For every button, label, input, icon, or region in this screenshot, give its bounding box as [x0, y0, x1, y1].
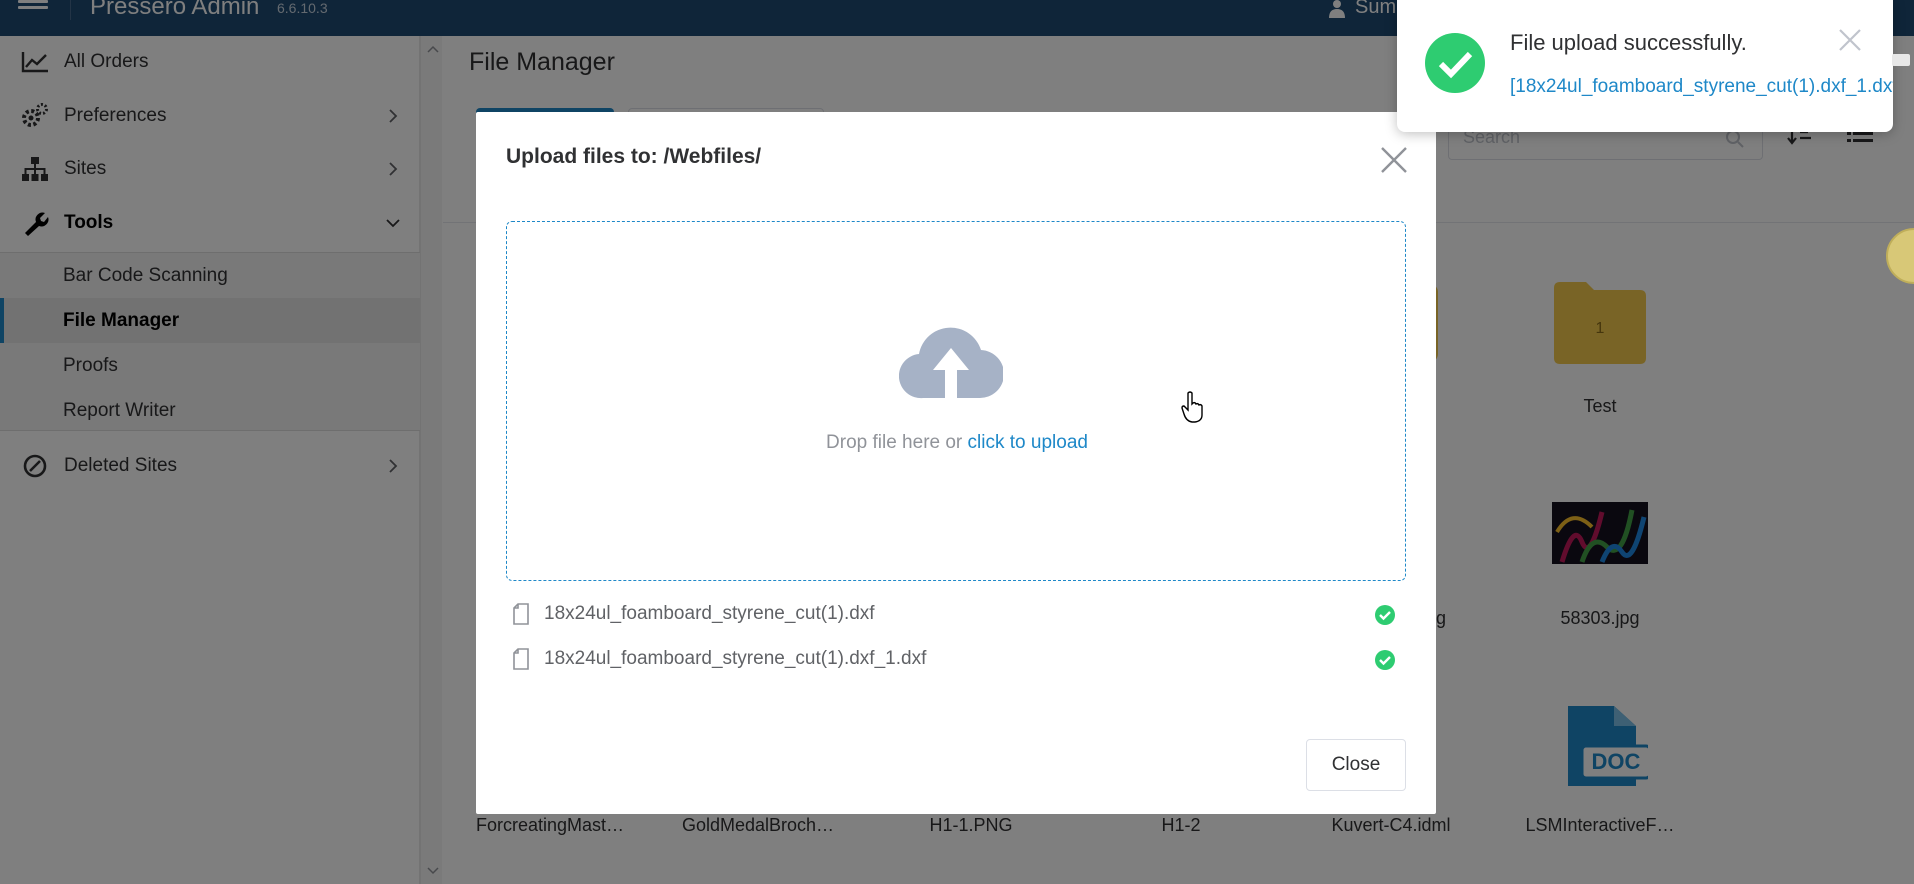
- dialog-title: Upload files to: /Webfiles/: [506, 145, 762, 168]
- upload-dropzone[interactable]: Drop file here or click to upload: [506, 221, 1406, 581]
- close-icon[interactable]: [1379, 145, 1409, 175]
- click-to-upload-link[interactable]: click to upload: [968, 432, 1088, 453]
- hand-cursor-icon: [1181, 391, 1203, 423]
- upload-dialog: Upload files to: /Webfiles/ Drop file he…: [476, 112, 1436, 814]
- upload-list-item[interactable]: 18x24ul_foamboard_styrene_cut(1).dxf: [506, 596, 1406, 632]
- success-check-icon: [1375, 605, 1395, 625]
- close-button[interactable]: Close: [1306, 739, 1406, 791]
- notification-title: File upload successfully.: [1510, 30, 1747, 55]
- drop-instructions: Drop file here or click to upload: [507, 432, 1407, 454]
- success-check-icon: [1375, 650, 1395, 670]
- toolbar-edge-icon[interactable]: [1890, 48, 1914, 72]
- close-icon[interactable]: [1838, 28, 1862, 52]
- document-icon: [513, 603, 529, 625]
- cloud-upload-icon: [899, 327, 1003, 399]
- drop-text: Drop file here or: [826, 432, 968, 453]
- document-icon: [513, 648, 529, 670]
- notification-message: [18x24ul_foamboard_styrene_cut(1).dxf_1.…: [1510, 76, 1893, 97]
- success-check-icon: [1425, 33, 1485, 93]
- success-notification: File upload successfully. [18x24ul_foamb…: [1397, 0, 1893, 132]
- upload-file-name: 18x24ul_foamboard_styrene_cut(1).dxf_1.d…: [544, 648, 927, 669]
- upload-list-item[interactable]: 18x24ul_foamboard_styrene_cut(1).dxf_1.d…: [506, 641, 1406, 677]
- upload-file-name: 18x24ul_foamboard_styrene_cut(1).dxf: [544, 603, 875, 624]
